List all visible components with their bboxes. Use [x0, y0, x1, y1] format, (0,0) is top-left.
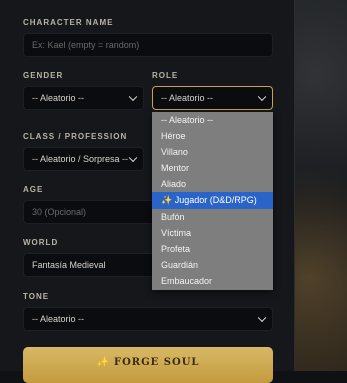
age-label: AGE [23, 185, 44, 194]
tone-label: TONE [23, 292, 50, 301]
character-name-input[interactable]: Ex: Kael (empty = random) [23, 33, 273, 57]
gender-label: GENDER [23, 71, 64, 80]
chevron-down-icon [128, 92, 138, 102]
character-name-placeholder: Ex: Kael (empty = random) [32, 40, 140, 50]
sparkle-icon: ✨ [96, 357, 110, 368]
chevron-down-icon [257, 92, 267, 102]
background-art [294, 0, 347, 371]
world-label: WORLD [23, 238, 59, 247]
role-option[interactable]: Embaucador [152, 273, 273, 289]
role-dropdown-list: -- Aleatorio -- Héroe Villano Mentor Aliado ✨… [152, 112, 273, 290]
role-option[interactable]: Héroe [152, 128, 273, 144]
gender-value: -- Aleatorio -- [32, 93, 85, 103]
class-value: -- Aleatorio / Sorpresa -- [32, 154, 129, 164]
age-placeholder: 30 (Opcional) [32, 207, 87, 217]
forge-soul-label: FORGE SOUL [114, 357, 200, 368]
chevron-down-icon [128, 153, 138, 163]
tone-select[interactable]: -- Aleatorio -- [23, 307, 273, 331]
tone-value: -- Aleatorio -- [32, 314, 85, 324]
forge-soul-button[interactable]: ✨ FORGE SOUL [23, 347, 273, 383]
gender-select[interactable]: -- Aleatorio -- [23, 86, 144, 110]
chevron-down-icon [257, 313, 267, 323]
role-option[interactable]: Víctima [152, 225, 273, 241]
role-option[interactable]: Mentor [152, 160, 273, 176]
role-option[interactable]: ✨ Jugador (D&D/RPG) [152, 192, 273, 209]
role-option[interactable]: Profeta [152, 241, 273, 257]
role-label: ROLE [152, 71, 179, 80]
role-option[interactable]: -- Aleatorio -- [152, 112, 273, 128]
role-value: -- Aleatorio -- [161, 93, 214, 103]
role-option[interactable]: Guardián [152, 257, 273, 273]
world-value: Fantasía Medieval [32, 260, 106, 270]
role-option[interactable]: Bufón [152, 209, 273, 225]
role-option[interactable]: Aliado [152, 176, 273, 192]
role-select[interactable]: -- Aleatorio -- [152, 86, 273, 110]
role-option[interactable]: Villano [152, 144, 273, 160]
class-select[interactable]: -- Aleatorio / Sorpresa -- [23, 147, 144, 171]
character-name-label: CHARACTER NAME [23, 18, 114, 27]
class-label: CLASS / PROFESSION [23, 132, 128, 141]
